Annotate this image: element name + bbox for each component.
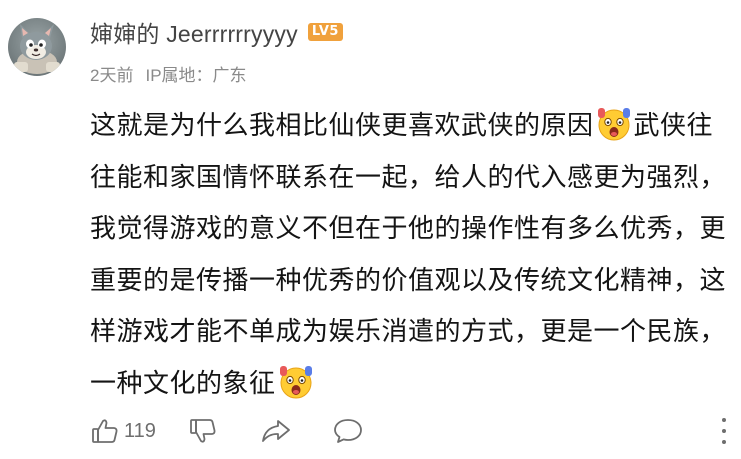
more-dot [722, 440, 726, 444]
comment-text-part1: 这就是为什么我相比仙侠更喜欢武侠的原因 [90, 110, 594, 140]
more-dot [722, 418, 726, 422]
more-vertical-icon[interactable] [719, 418, 729, 444]
thumbs-up-icon [90, 416, 120, 446]
comment-text-part2: 武侠往往能和家国情怀联系在一起，给人的代入感更为强烈，我觉得游戏的意义不但在于他… [90, 110, 727, 398]
username[interactable]: 婶婶的 Jeerrrrrryyyy [90, 15, 298, 49]
share-arrow-icon [260, 416, 292, 446]
like-button[interactable]: 119 [90, 416, 156, 446]
share-button[interactable] [260, 416, 292, 446]
shocked-scream-emoji-icon [277, 362, 315, 400]
reply-button[interactable] [332, 416, 364, 446]
dislike-button[interactable] [188, 416, 218, 446]
comment-meta: 2天前 IP属地：广东 [90, 61, 247, 86]
ip-location: IP属地：广东 [145, 66, 247, 85]
level-badge: LV5 [307, 23, 343, 41]
avatar[interactable] [8, 18, 66, 76]
action-bar: 119 [90, 414, 364, 448]
thumbs-down-icon [188, 416, 218, 446]
more-dot [722, 429, 726, 433]
like-count: 119 [124, 419, 156, 442]
username-row: 婶婶的 Jeerrrrrryyyy LV5 [90, 17, 343, 47]
shocked-scream-emoji-icon [595, 104, 633, 142]
speech-bubble-icon [332, 416, 364, 446]
comment-time: 2天前 [90, 66, 134, 85]
comment-card: 婶婶的 Jeerrrrrryyyy LV5 2天前 IP属地：广东 这就是为什么… [0, 0, 741, 459]
comment-text: 这就是为什么我相比仙侠更喜欢武侠的原因 武侠往往能和家国情怀联系在一起，给人的代… [90, 100, 730, 409]
